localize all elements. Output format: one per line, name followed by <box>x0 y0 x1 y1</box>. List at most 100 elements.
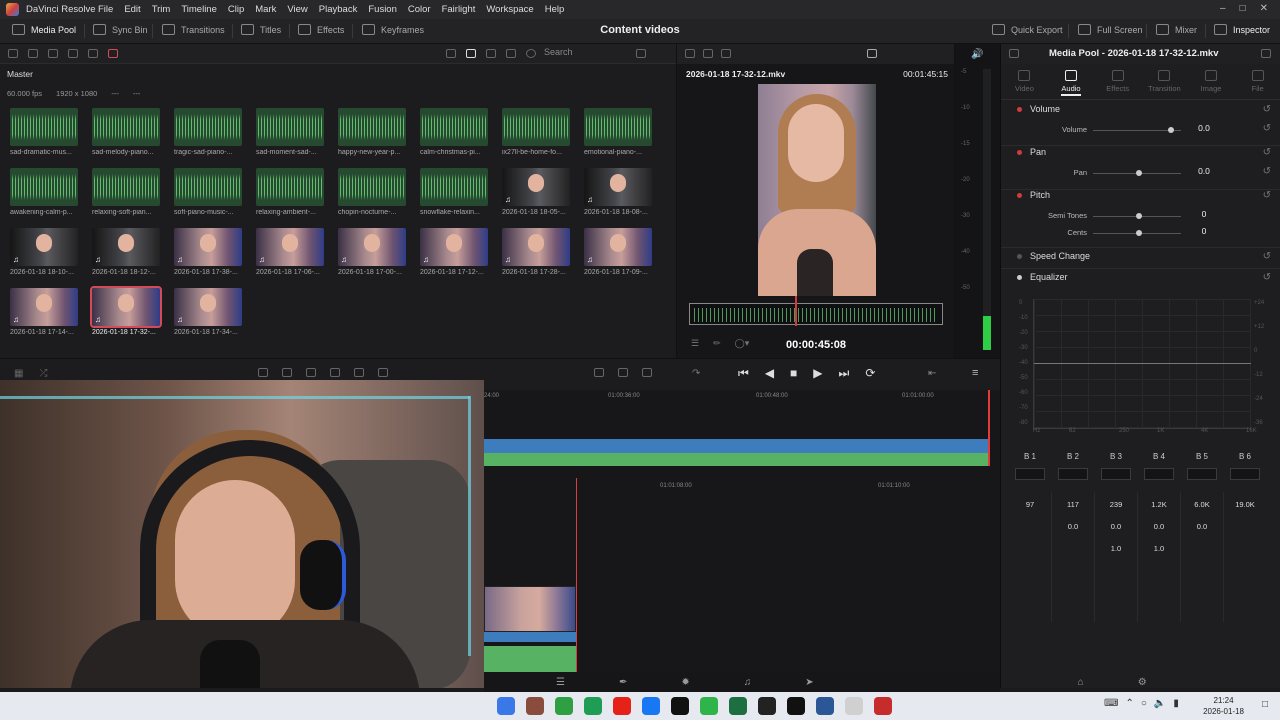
audio-clip-thumbnail[interactable]: chopin-nocturne-... <box>338 168 410 226</box>
video-clip-thumbnail[interactable]: ♫ 2026-01-18 18-08-... <box>584 168 656 226</box>
loop-icon[interactable]: ⟳ <box>865 366 875 381</box>
place-on-top-icon[interactable] <box>354 368 364 377</box>
inspector-panel-icon[interactable] <box>1009 49 1019 58</box>
zoom-icon[interactable] <box>721 49 731 58</box>
cut-page-icon[interactable]: ☰ <box>556 677 565 688</box>
audio-clip-thumbnail[interactable]: sad-melody-piano... <box>92 108 164 166</box>
sync-bin-button[interactable]: Sync Bin <box>93 24 148 35</box>
timeline-audio-clip[interactable] <box>484 646 576 672</box>
video-clip-thumbnail[interactable]: ♫ 2026-01-18 17-38-... <box>174 228 246 286</box>
quick-export-button[interactable]: Quick Export <box>992 24 1063 35</box>
video-track-overview[interactable] <box>484 439 988 453</box>
video-clip-thumbnail[interactable]: ♫ 2026-01-18 18-05-... <box>502 168 574 226</box>
reset-icon[interactable]: ↺ <box>1263 166 1271 177</box>
audio-clip-thumbnail[interactable]: soft-piano-music-... <box>174 168 246 226</box>
menu-timeline[interactable]: Timeline <box>181 4 217 15</box>
audio-clip-thumbnail[interactable]: sad-moment-sad-... <box>256 108 328 166</box>
tab-video[interactable]: Video <box>1001 66 1048 99</box>
volume-icon[interactable]: 🔈 <box>1154 698 1166 709</box>
menu-file[interactable]: File <box>98 4 113 15</box>
search-icon[interactable] <box>526 49 536 58</box>
eq-frequency-value[interactable]: 97 <box>1009 500 1051 509</box>
metadata-view-icon[interactable] <box>446 49 456 58</box>
overwrite-clip-icon[interactable] <box>282 368 292 377</box>
eq-filter-type-dropdown[interactable] <box>1058 468 1088 480</box>
speed-change-header[interactable]: Speed Change <box>1017 251 1090 261</box>
audio-clip-thumbnail[interactable]: ix27ll-be-home-fo... <box>502 108 574 166</box>
enable-dot-icon[interactable] <box>1017 149 1022 155</box>
taskbar-app-icon[interactable] <box>758 697 776 715</box>
fit-to-fill-icon[interactable] <box>330 368 340 377</box>
menu-edit[interactable]: Edit <box>124 4 140 15</box>
eq-gain-value[interactable]: 0.0 <box>1138 522 1180 531</box>
safe-area-icon[interactable] <box>703 49 713 58</box>
stop-icon[interactable]: ■ <box>790 366 797 381</box>
taskbar-app-icon[interactable] <box>787 697 805 715</box>
timeline-linked-audio[interactable] <box>484 632 576 642</box>
eq-frequency-value[interactable]: 117 <box>1052 500 1094 509</box>
audio-clip-thumbnail[interactable]: emotional-piano-... <box>584 108 656 166</box>
timeline-area[interactable]: 24:00 01:00:36:00 01:00:48:00 01:01:00:0… <box>484 390 1000 688</box>
eq-filter-type-dropdown[interactable] <box>1101 468 1131 480</box>
sync-icon[interactable] <box>88 49 98 58</box>
video-clip-thumbnail[interactable]: ♫ 2026-01-18 17-12-... <box>420 228 492 286</box>
deliver-page-icon[interactable]: ➤ <box>805 677 813 688</box>
tab-image[interactable]: Image <box>1188 66 1235 99</box>
video-clip-thumbnail[interactable]: ♫ 2026-01-18 18-12-... <box>92 228 164 286</box>
append-icon[interactable] <box>378 368 388 377</box>
transitions-button[interactable]: Transitions <box>162 24 225 35</box>
menu-fairlight[interactable]: Fairlight <box>442 4 476 15</box>
taskbar-app-icon[interactable] <box>845 697 863 715</box>
video-clip-thumbnail[interactable]: ♫ 2026-01-18 17-14-... <box>10 288 82 346</box>
new-bin-icon[interactable] <box>28 49 38 58</box>
taskbar-app-icon[interactable] <box>642 697 660 715</box>
audio-clip-thumbnail[interactable]: calm-christmas-pi... <box>420 108 492 166</box>
audio-clip-thumbnail[interactable]: snowflake-relaxin... <box>420 168 492 226</box>
display-options-icon[interactable] <box>867 49 877 58</box>
volume-header[interactable]: Volume <box>1017 104 1060 114</box>
pan-slider[interactable] <box>1093 170 1181 176</box>
eq-frequency-value[interactable]: 19.0K <box>1224 500 1266 509</box>
tab-transition[interactable]: Transition <box>1141 66 1188 99</box>
mixer-button[interactable]: Mixer <box>1156 24 1197 35</box>
image-icon[interactable] <box>618 368 628 377</box>
unlink-icon[interactable] <box>108 49 118 58</box>
link-icon[interactable]: ⤮ <box>39 368 47 379</box>
notification-icon[interactable]: □ <box>1262 699 1268 710</box>
reset-icon[interactable]: ↺ <box>1263 190 1271 201</box>
menu-playback[interactable]: Playback <box>319 4 358 15</box>
network-icon[interactable]: ○ <box>1141 698 1147 709</box>
timeline-video-clip[interactable] <box>484 586 576 632</box>
color-page-icon[interactable]: ✹ <box>681 677 689 688</box>
reset-icon[interactable]: ↺ <box>1263 272 1271 283</box>
insert-clip-icon[interactable] <box>258 368 268 377</box>
eq-frequency-value[interactable]: 1.2K <box>1138 500 1180 509</box>
eq-filter-type-dropdown[interactable] <box>1144 468 1174 480</box>
battery-icon[interactable]: ▮ <box>1173 698 1179 709</box>
eq-frequency-value[interactable]: 6.0K <box>1181 500 1223 509</box>
keyframes-button[interactable]: Keyframes <box>362 24 424 35</box>
snap-icon[interactable]: ▦ <box>14 368 23 379</box>
play-reverse-icon[interactable]: ◀ <box>765 366 774 381</box>
reset-icon[interactable]: ↺ <box>1263 147 1271 158</box>
menu-workspace[interactable]: Workspace <box>486 4 533 15</box>
eq-graph[interactable] <box>1033 299 1251 429</box>
enable-dot-icon[interactable] <box>1017 106 1022 112</box>
thumbnail-view-icon[interactable] <box>466 49 476 58</box>
smart-bin-icon[interactable] <box>68 49 78 58</box>
lower-ruler[interactable]: 01:01:08:00 01:01:10:00 <box>484 480 1000 494</box>
tab-audio[interactable]: Audio <box>1048 66 1095 99</box>
eq-filter-type-dropdown[interactable] <box>1230 468 1260 480</box>
expand-icon[interactable] <box>1261 49 1271 58</box>
taskbar-app-icon[interactable] <box>671 697 689 715</box>
taskbar-app-icon[interactable] <box>613 697 631 715</box>
volume-slider[interactable] <box>1093 127 1181 133</box>
audio-clip-thumbnail[interactable]: relaxing-soft-pian... <box>92 168 164 226</box>
list-view-icon[interactable] <box>506 49 516 58</box>
search-input[interactable]: Search <box>540 47 625 61</box>
menu-trim[interactable]: Trim <box>152 4 171 15</box>
video-clip-thumbnail[interactable]: ♫ 2026-01-18 17-32-... <box>90 286 164 346</box>
eq-q-value[interactable]: 1.0 <box>1138 544 1180 553</box>
skip-to-start-icon[interactable]: ⏮ <box>738 366 749 381</box>
video-preview[interactable] <box>758 84 876 296</box>
